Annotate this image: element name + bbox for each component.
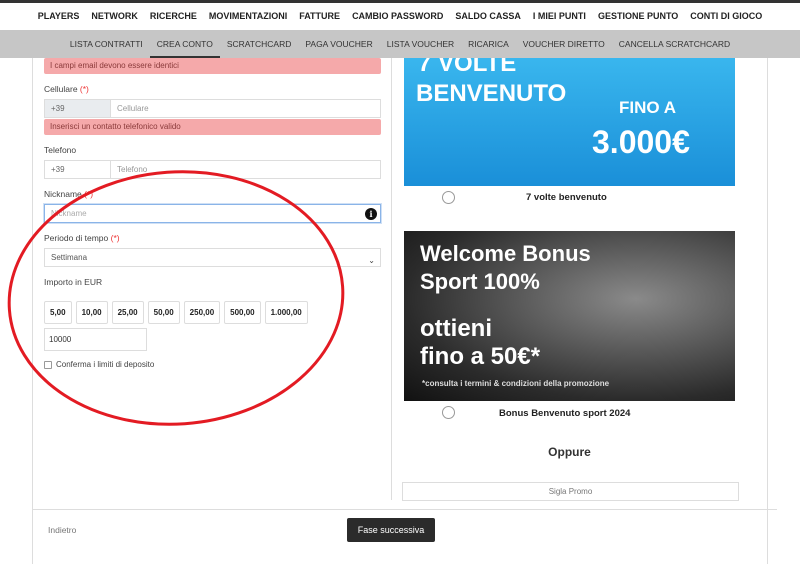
subnav-cancella-scratchcard[interactable]: CANCELLA SCRATCHCARD — [612, 30, 737, 58]
nav-miei-punti[interactable]: I MIEI PUNTI — [527, 3, 592, 30]
account-form: I campi email devono essere identici Cel… — [44, 58, 381, 369]
nickname-label: Nickname (*) — [44, 189, 94, 199]
subnav-ricarica[interactable]: RICARICA — [461, 30, 516, 58]
subnav-crea-conto[interactable]: CREA CONTO — [149, 30, 220, 58]
confirm-limits-checkbox[interactable]: Conferma i limiti di deposito — [44, 360, 381, 369]
promo-banner-7-volte[interactable]: 7 VOLTE BENVENUTO FINO A 3.000€ — [404, 58, 735, 186]
subnav-lista-contratti[interactable]: LISTA CONTRATTI — [63, 30, 150, 58]
column-divider — [391, 58, 392, 500]
email-error: I campi email devono essere identici — [44, 58, 381, 74]
promo-code-input[interactable]: Sigla Promo — [402, 482, 739, 501]
footer-divider — [32, 509, 777, 510]
cellulare-prefix: +39 — [44, 99, 111, 118]
subnav-scratchcard[interactable]: SCRATCHCARD — [220, 30, 299, 58]
nickname-input[interactable]: Nickname i — [44, 204, 381, 223]
periodo-label: Periodo di tempo (*) — [44, 233, 120, 243]
nav-conti-di-gioco[interactable]: CONTI DI GIOCO — [684, 3, 769, 32]
amount-button[interactable]: 50,00 — [147, 301, 180, 324]
amount-button[interactable]: 10,00 — [75, 301, 108, 324]
periodo-select[interactable]: Settimana ⌄ — [44, 248, 381, 267]
amount-button[interactable]: 5,00 — [44, 301, 72, 324]
next-step-button[interactable]: Fase successiva — [347, 518, 435, 542]
telefono-prefix[interactable]: +39 — [44, 160, 111, 179]
nav-players[interactable]: PLAYERS — [32, 3, 86, 30]
amount-button[interactable]: 1.000,00 — [264, 301, 308, 324]
back-link[interactable]: Indietro — [48, 525, 76, 535]
promo-radio-sport[interactable] — [442, 406, 455, 419]
telefono-group: +39 Telefono — [44, 160, 381, 179]
sub-nav: LISTA CONTRATTI CREA CONTO SCRATCHCARD P… — [0, 30, 800, 58]
chevron-down-icon: ⌄ — [368, 256, 375, 265]
importo-label: Importo in EUR — [44, 277, 103, 287]
top-nav: PLAYERS NETWORK RICERCHE MOVIMENTAZIONI … — [0, 0, 800, 32]
info-icon[interactable]: i — [365, 208, 377, 220]
nav-ricerche[interactable]: RICERCHE — [144, 3, 203, 30]
promo-radio-7-volte[interactable] — [442, 191, 455, 204]
subnav-voucher-diretto[interactable]: VOUCHER DIRETTO — [516, 30, 612, 58]
promo-title: Bonus Benvenuto sport 2024 — [499, 408, 631, 419]
nav-fatture[interactable]: FATTURE — [293, 3, 346, 30]
nav-gestione-punto[interactable]: GESTIONE PUNTO — [592, 3, 684, 30]
promo-banner-sport[interactable]: Welcome Bonus Sport 100% ottieni fino a … — [404, 231, 735, 401]
amount-button[interactable]: 25,00 — [111, 301, 144, 324]
cellulare-input[interactable]: Cellulare — [111, 99, 381, 118]
telefono-label: Telefono — [44, 145, 77, 155]
cellulare-label: Cellulare (*) — [44, 84, 89, 94]
checkbox-icon[interactable] — [44, 360, 52, 369]
oppure-label: Oppure — [548, 445, 591, 459]
nav-network[interactable]: NETWORK — [85, 3, 144, 30]
subnav-paga-voucher[interactable]: PAGA VOUCHER — [298, 30, 379, 58]
amount-button[interactable]: 250,00 — [183, 301, 221, 324]
telefono-input[interactable]: Telefono — [111, 160, 381, 179]
amount-buttons: 5,00 10,00 25,00 50,00 250,00 500,00 1.0… — [44, 301, 381, 324]
subnav-lista-voucher[interactable]: LISTA VOUCHER — [380, 30, 461, 58]
amount-button[interactable]: 500,00 — [224, 301, 261, 324]
nav-movimentazioni[interactable]: MOVIMENTAZIONI — [203, 3, 293, 30]
promo-title: 7 volte benvenuto — [526, 192, 607, 203]
cellulare-error: Inserisci un contatto telefonico valido — [44, 119, 381, 135]
nav-cambio-password[interactable]: CAMBIO PASSWORD — [346, 3, 449, 30]
importo-input[interactable]: 10000 — [44, 328, 147, 351]
cellulare-group: +39 Cellulare — [44, 99, 381, 118]
nav-saldo-cassa[interactable]: SALDO CASSA — [449, 3, 527, 30]
